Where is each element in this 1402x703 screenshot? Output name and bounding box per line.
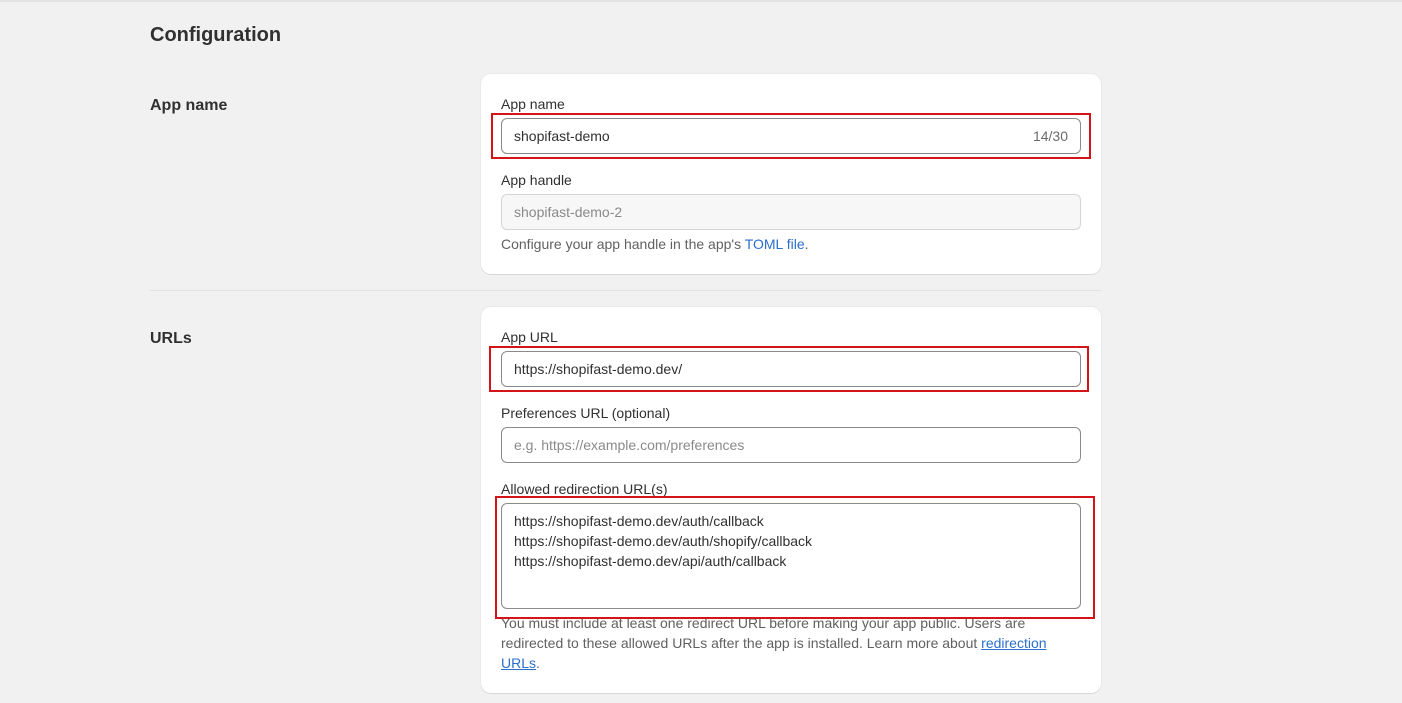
app-name-char-counter: 14/30: [1032, 128, 1068, 144]
app-handle-value: shopifast-demo-2: [514, 204, 623, 220]
app-url-input[interactable]: https://shopifast-demo.dev/: [501, 351, 1081, 387]
preferences-url-label: Preferences URL (optional): [501, 405, 671, 421]
redirect-urls-help-text: You must include at least one redirect U…: [501, 615, 1026, 651]
app-handle-help-suffix: .: [804, 236, 809, 252]
toml-file-link[interactable]: TOML file: [745, 236, 805, 252]
redirect-url-line: https://shopifast-demo.dev/auth/shopify/…: [514, 533, 813, 549]
redirect-url-line: https://shopifast-demo.dev/auth/callback: [514, 513, 764, 529]
app-handle-help-text: Configure your app handle in the app's: [501, 236, 745, 252]
page-title: Configuration: [150, 24, 282, 46]
app-name-label: App name: [501, 96, 565, 112]
app-handle-help: Configure your app handle in the app's T…: [501, 234, 1081, 254]
redirect-urls-help-suffix: .: [536, 655, 540, 671]
urls-card: App URL https://shopifast-demo.dev/ Pref…: [481, 307, 1101, 693]
top-border: [0, 0, 1402, 2]
app-name-card: App name shopifast-demo 14/30 App handle…: [481, 74, 1101, 274]
redirect-urls-label: Allowed redirection URL(s): [501, 481, 668, 497]
redirect-url-line: https://shopifast-demo.dev/api/auth/call…: [514, 553, 787, 569]
app-url-label: App URL: [501, 329, 558, 345]
section-title-urls: URLs: [150, 330, 192, 347]
redirect-urls-help: You must include at least one redirect U…: [501, 613, 1081, 673]
redirect-urls-textarea[interactable]: https://shopifast-demo.dev/auth/callback…: [501, 503, 1081, 609]
section-title-app-name: App name: [150, 97, 228, 114]
app-name-value: shopifast-demo: [514, 128, 610, 144]
app-handle-input: shopifast-demo-2: [501, 194, 1081, 230]
app-name-input[interactable]: shopifast-demo 14/30: [501, 118, 1081, 154]
app-handle-label: App handle: [501, 172, 572, 188]
app-url-value: https://shopifast-demo.dev/: [514, 361, 683, 377]
section-divider: [150, 290, 1101, 291]
preferences-url-input[interactable]: e.g. https://example.com/preferences: [501, 427, 1081, 463]
preferences-url-placeholder: e.g. https://example.com/preferences: [514, 437, 745, 453]
